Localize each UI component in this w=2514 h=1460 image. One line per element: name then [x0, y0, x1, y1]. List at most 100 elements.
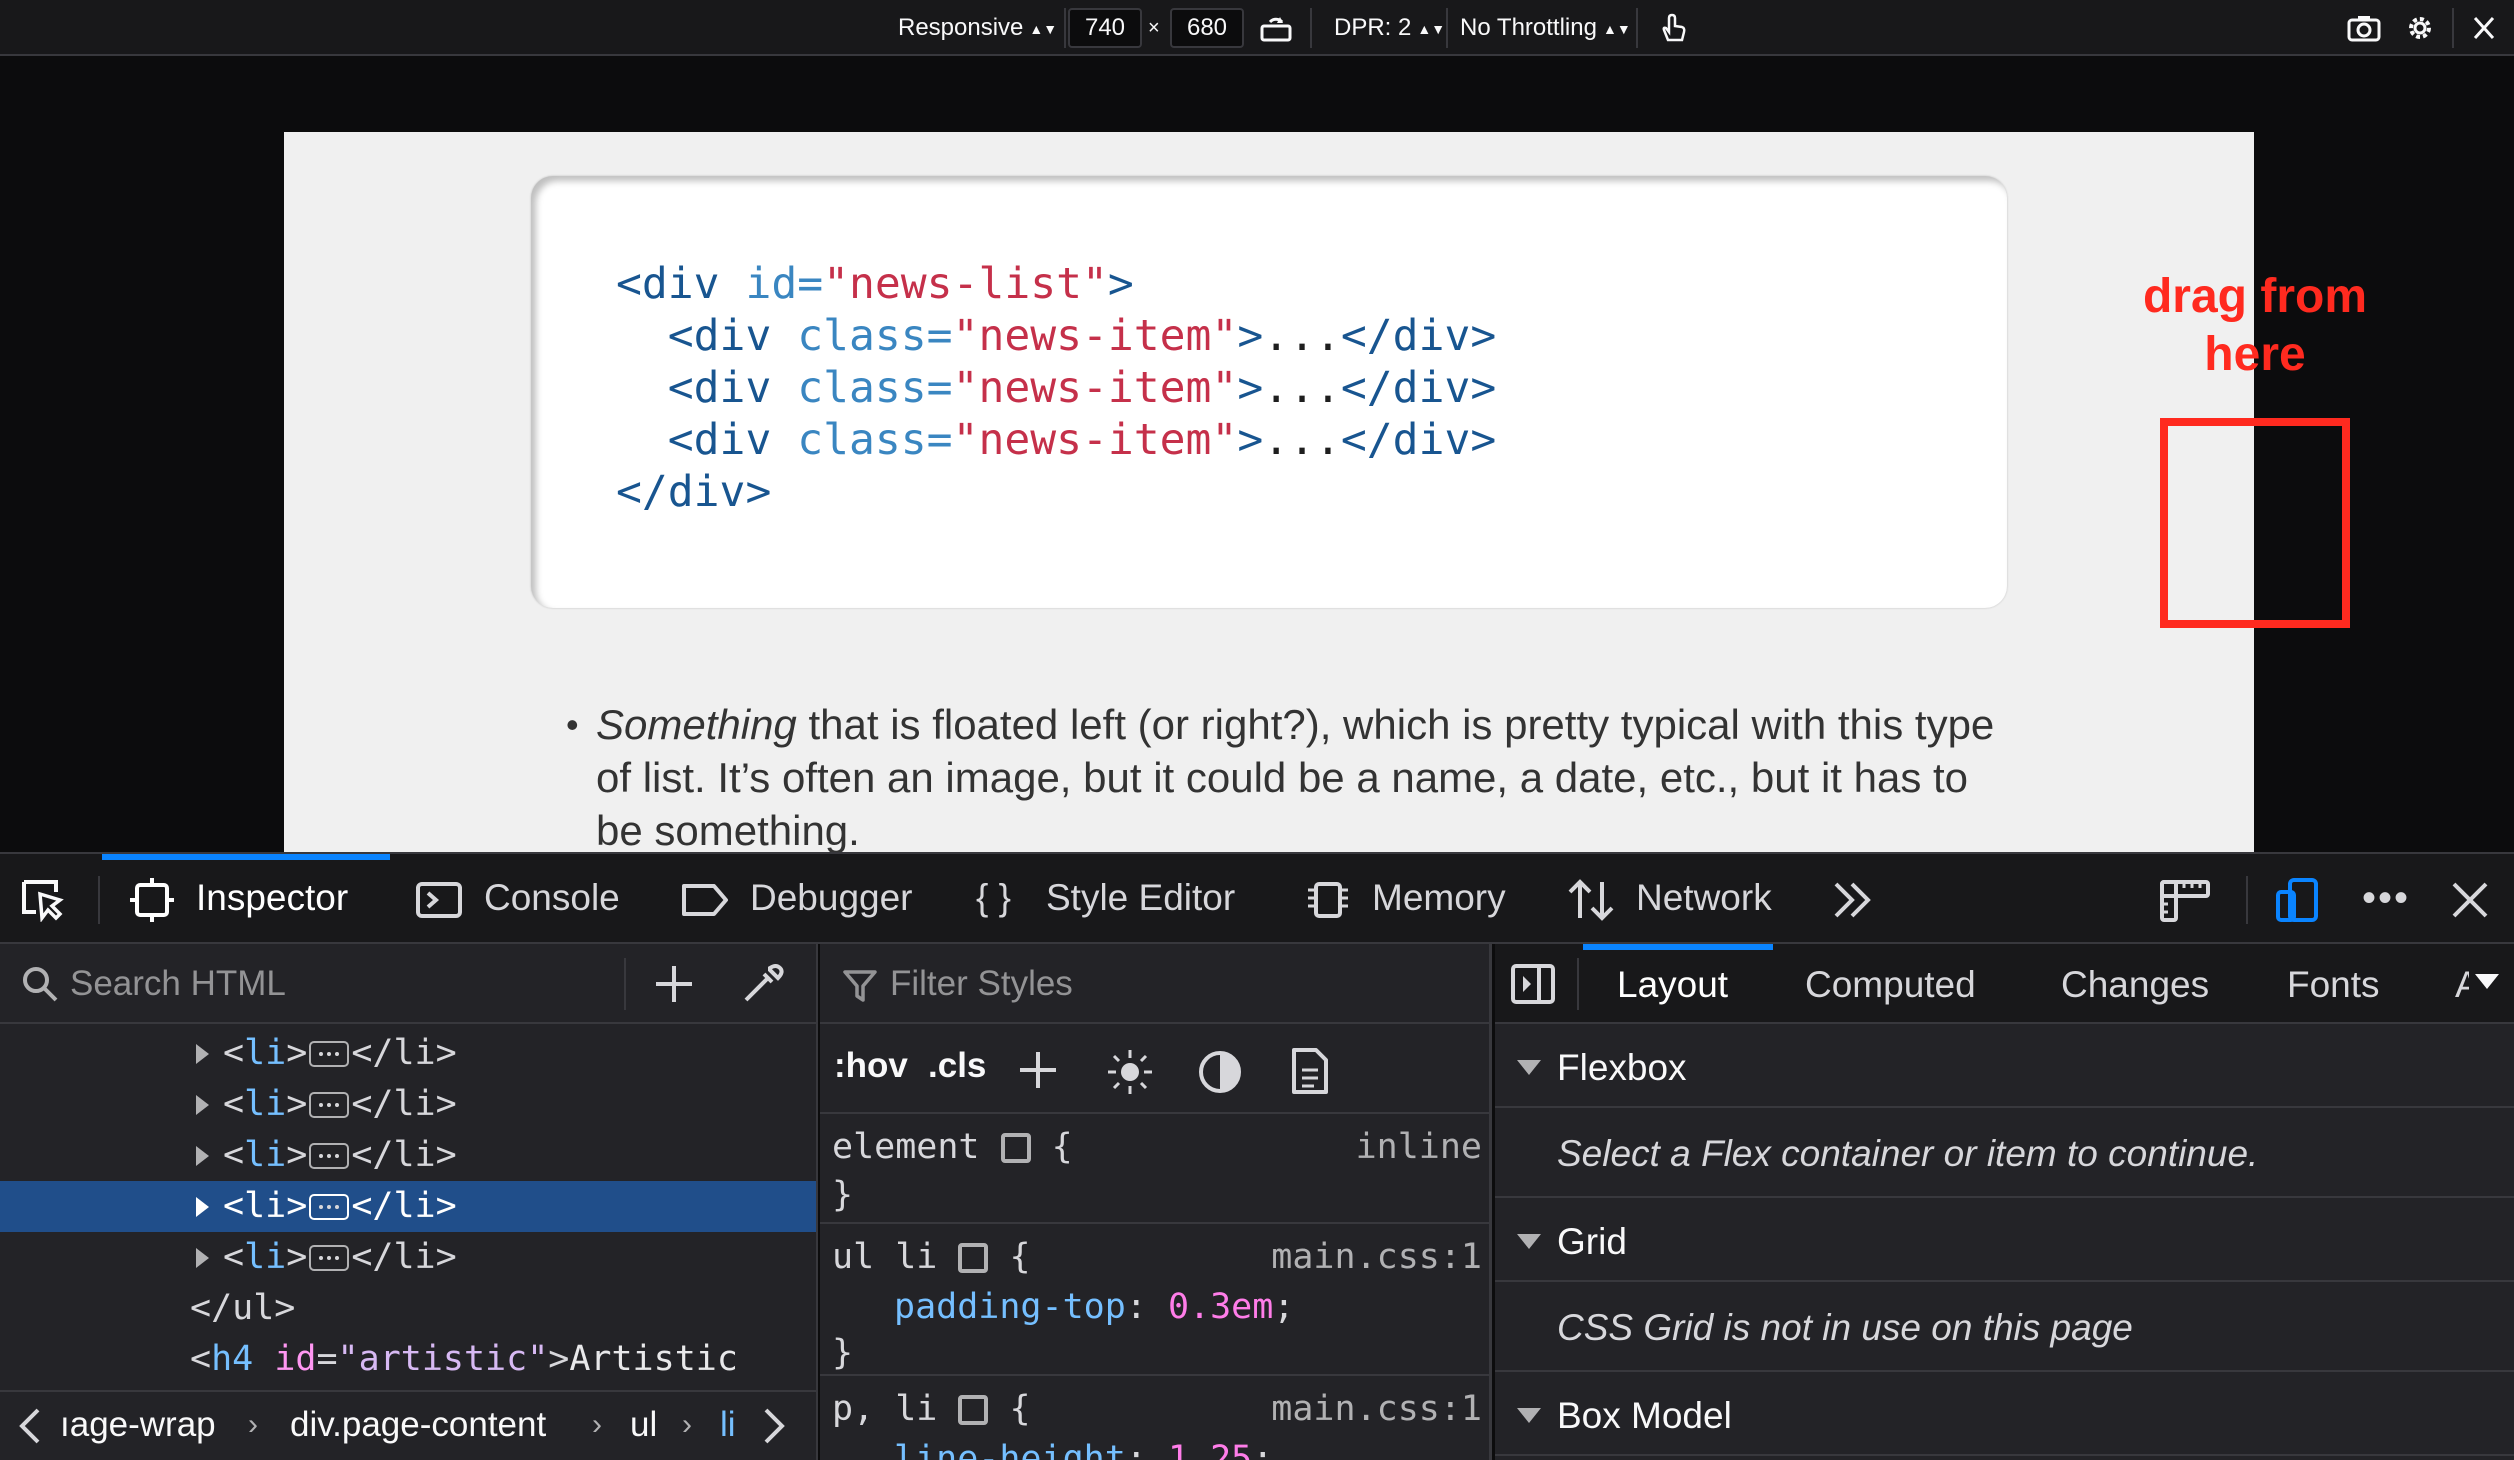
code-line: <div id="news-list">	[616, 259, 1134, 309]
style-editor-icon[interactable]: { }	[976, 854, 1011, 942]
add-node-plus-icon[interactable]	[652, 962, 696, 1011]
tab-network[interactable]: Network	[1636, 854, 1772, 942]
collapsed-content-icon[interactable]	[309, 1194, 350, 1220]
bullet-icon: •	[566, 704, 579, 745]
resize-drag-handle-highlight[interactable]	[2160, 418, 2350, 628]
tab-console[interactable]: Console	[484, 854, 620, 942]
tab-animations[interactable]: A	[2455, 944, 2469, 1022]
expand-triangle-icon[interactable]	[196, 1248, 209, 1268]
grid-section-header[interactable]: Grid	[1495, 1200, 2514, 1282]
tree-node[interactable]: <li> </li>	[0, 1079, 816, 1130]
breadcrumb-separator-icon: ›	[682, 1408, 692, 1441]
eyedropper-icon[interactable]	[740, 962, 784, 1011]
toggle-pane-icon[interactable]	[1511, 964, 1555, 1009]
touch-icon[interactable]	[1656, 12, 1692, 44]
grid-message: CSS Grid is not in use on this page	[1495, 1284, 2514, 1372]
tree-node[interactable]: <li> </li>	[0, 1130, 816, 1181]
tab-style-editor[interactable]: Style Editor	[1046, 854, 1235, 942]
separator	[1577, 958, 1579, 1010]
breadcrumb-item[interactable]: ıage-wrap	[60, 1392, 216, 1458]
tree-node[interactable]: <li> </li>	[0, 1232, 816, 1283]
css-declaration[interactable]: line-height: 1.25;	[894, 1434, 1273, 1460]
tree-node[interactable]: <li> </li>	[0, 1028, 816, 1079]
expand-triangle-icon[interactable]	[196, 1197, 209, 1217]
node-highlight-icon[interactable]	[1000, 1133, 1031, 1163]
throttling-selector[interactable]: No Throttling ▲▼	[1460, 0, 1631, 56]
tree-node-selected[interactable]: <li> </li>	[0, 1181, 816, 1232]
code-example-card: <div id="news-list"> <div class="news-it…	[531, 176, 2007, 608]
add-rule-plus-icon[interactable]	[1018, 1050, 1058, 1095]
rule-source-link[interactable]: main.css:1	[1271, 1384, 1482, 1434]
css-rule-ul-li: ul li { main.css:1 padding-top: 0.3em; }	[820, 1226, 1490, 1376]
more-options-icon[interactable]: •••	[2362, 854, 2410, 942]
tab-inspector[interactable]: Inspector	[196, 854, 348, 942]
tab-memory[interactable]: Memory	[1372, 854, 1506, 942]
dark-mode-moon-icon[interactable]	[1198, 1050, 1242, 1099]
light-mode-sun-icon[interactable]	[1106, 1048, 1154, 1101]
inspector-icon[interactable]	[130, 878, 174, 922]
print-media-document-icon[interactable]	[1290, 1048, 1330, 1099]
close-icon[interactable]	[2466, 12, 2502, 44]
sidebar-tabs: Layout Computed Changes Fonts A	[1495, 944, 2514, 1024]
collapsed-content-icon[interactable]	[309, 1245, 350, 1271]
filter-styles-input[interactable]: Filter Styles	[890, 964, 1073, 1004]
breadcrumb-item[interactable]: div.page-content	[290, 1392, 546, 1458]
code-line: <div class="news-item">...</div>	[616, 363, 1497, 413]
breadcrumb-scroll-left-icon[interactable]	[16, 1404, 44, 1460]
expand-triangle-icon[interactable]	[196, 1044, 209, 1064]
tab-changes[interactable]: Changes	[2061, 944, 2209, 1022]
debugger-icon[interactable]	[680, 878, 728, 922]
rule-selector[interactable]: p, li {	[832, 1384, 1031, 1434]
breadcrumb: ıage-wrap › div.page-content › ul › li	[0, 1390, 816, 1460]
network-icon[interactable]	[1566, 878, 1614, 922]
rule-source-link[interactable]: main.css:1	[1271, 1232, 1482, 1282]
tab-computed[interactable]: Computed	[1805, 944, 1976, 1022]
dpr-selector[interactable]: DPR: 2 ▲▼	[1334, 0, 1445, 56]
css-rule-element: element { inline }	[820, 1116, 1490, 1224]
code-line: <div class="news-item">...</div>	[616, 415, 1497, 465]
rule-selector[interactable]: element {	[832, 1122, 1073, 1172]
flexbox-section-header[interactable]: Flexbox	[1495, 1026, 2514, 1108]
rule-selector[interactable]: ul li {	[832, 1232, 1031, 1282]
tab-layout[interactable]: Layout	[1617, 944, 1728, 1022]
box-model-section-header[interactable]: Box Model	[1495, 1374, 2514, 1456]
more-tabs-chevron-icon[interactable]	[1832, 878, 1876, 922]
expand-triangle-icon[interactable]	[196, 1146, 209, 1166]
tab-debugger[interactable]: Debugger	[750, 854, 913, 942]
separator	[2452, 8, 2454, 48]
more-tabs-dropdown-icon[interactable]	[2475, 974, 2499, 989]
hover-state-toggle[interactable]: :hov	[834, 1046, 908, 1086]
console-icon[interactable]	[416, 878, 462, 922]
settings-icon[interactable]	[2402, 12, 2438, 44]
device-selector[interactable]: Responsive ▲▼	[898, 0, 1057, 56]
search-html-input[interactable]: Search HTML	[70, 964, 286, 1004]
breadcrumb-item[interactable]: ul	[630, 1392, 657, 1458]
node-highlight-icon[interactable]	[958, 1395, 989, 1425]
tree-node[interactable]: <h4 id="artistic">Artistic	[0, 1334, 816, 1385]
breadcrumb-item-current[interactable]: li	[720, 1392, 736, 1458]
class-toggle[interactable]: .cls	[928, 1046, 986, 1086]
node-highlight-icon[interactable]	[958, 1243, 989, 1273]
bullet-emphasis: Something	[596, 701, 797, 748]
expand-triangle-icon[interactable]	[196, 1095, 209, 1115]
memory-icon[interactable]	[1304, 878, 1348, 922]
tree-node[interactable]: </ul>	[0, 1283, 816, 1334]
rule-source[interactable]: inline	[1356, 1122, 1482, 1172]
element-picker-icon[interactable]	[20, 878, 64, 923]
tab-fonts[interactable]: Fonts	[2287, 944, 2380, 1022]
collapsed-content-icon[interactable]	[309, 1092, 350, 1118]
collapsed-content-icon[interactable]	[309, 1041, 350, 1067]
filter-icon	[842, 968, 878, 1009]
responsive-design-mode-icon[interactable]	[2276, 878, 2320, 922]
css-declaration[interactable]: padding-top: 0.3em;	[894, 1282, 1294, 1332]
close-devtools-icon[interactable]	[2448, 878, 2492, 922]
rotate-icon[interactable]	[1258, 12, 1294, 44]
rulers-icon[interactable]	[2160, 878, 2210, 922]
drag-hint-line: drag from	[2142, 270, 2367, 323]
collapsed-content-icon[interactable]	[309, 1143, 350, 1169]
breadcrumb-scroll-right-icon[interactable]	[760, 1404, 788, 1460]
screenshot-icon[interactable]	[2346, 12, 2382, 44]
viewport-width-input[interactable]: 740	[1068, 8, 1142, 48]
responsive-toolbar: Responsive ▲▼ 740 × 680 DPR: 2 ▲▼ No Throt…	[0, 0, 2514, 56]
viewport-height-input[interactable]: 680	[1170, 8, 1244, 48]
